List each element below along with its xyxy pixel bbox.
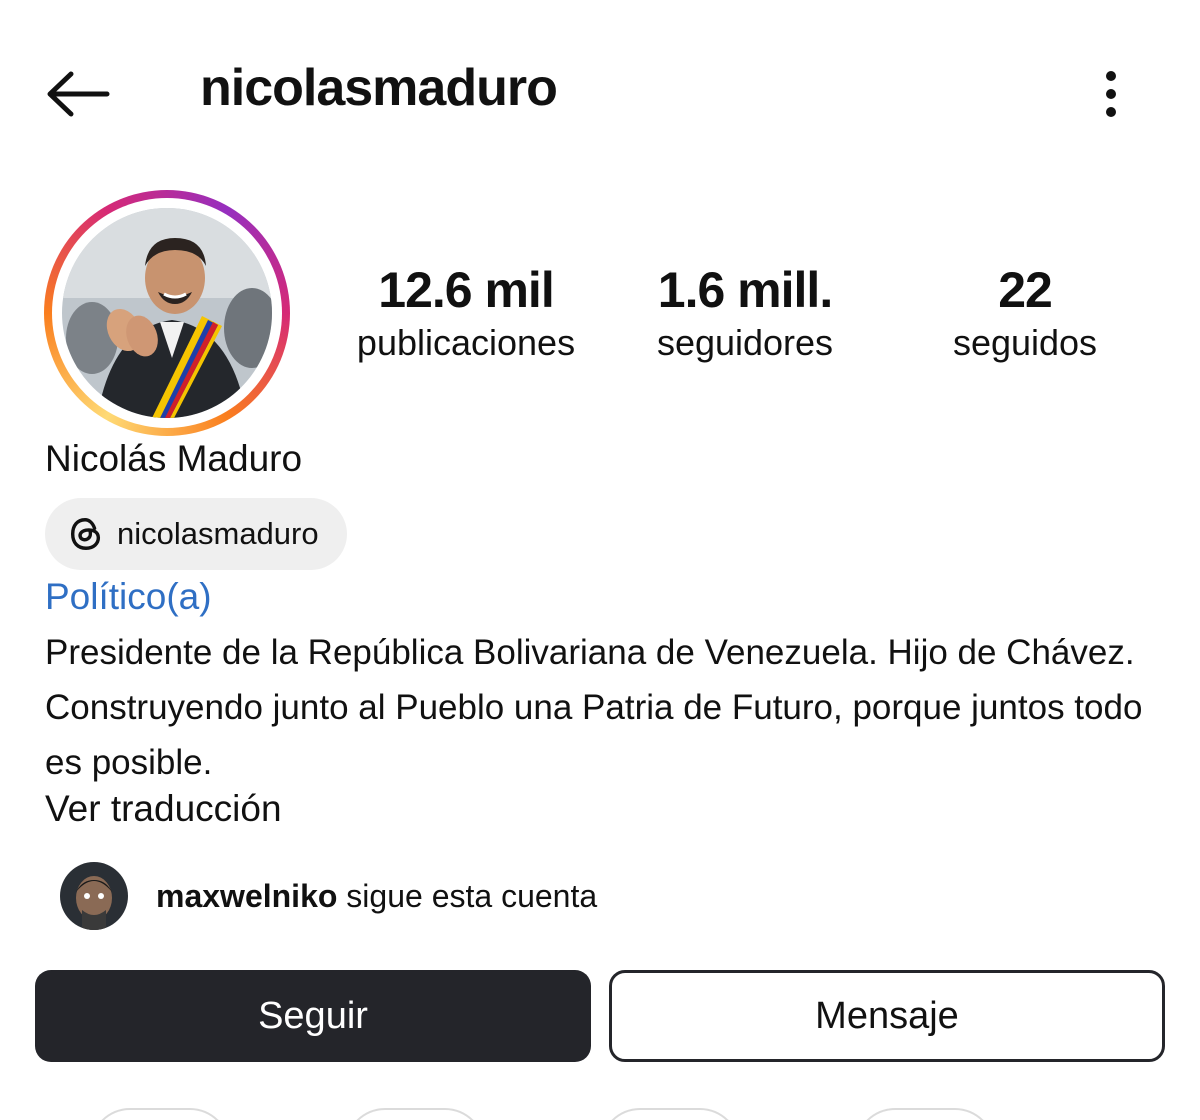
follow-button[interactable]: Seguir	[35, 970, 591, 1062]
followed-by-suffix: sigue esta cuenta	[337, 877, 598, 914]
stat-followers[interactable]: 1.6 mill. seguidores	[615, 262, 875, 368]
story-ring[interactable]	[44, 190, 290, 436]
more-vertical-icon	[1106, 71, 1116, 117]
message-button[interactable]: Mensaje	[609, 970, 1165, 1062]
posts-count: 12.6 mil	[378, 262, 554, 318]
highlight-circle[interactable]	[855, 1108, 995, 1120]
bio-text: Presidente de la República Bolivariana d…	[45, 633, 1143, 782]
story-highlights-row	[0, 1108, 1200, 1120]
highlight-circle[interactable]	[600, 1108, 740, 1120]
threads-handle: nicolasmaduro	[117, 516, 319, 551]
page-title: nicolasmaduro	[200, 59, 558, 117]
followed-by-row[interactable]: maxwelniko sigue esta cuenta	[60, 862, 597, 930]
following-count: 22	[998, 262, 1053, 318]
followed-by-text: maxwelniko sigue esta cuenta	[156, 878, 597, 915]
posts-label: publicaciones	[356, 322, 576, 363]
stat-following[interactable]: 22 seguidos	[895, 262, 1155, 368]
highlight-circle[interactable]	[90, 1108, 230, 1120]
followers-label: seguidores	[656, 322, 834, 363]
more-options-button[interactable]	[1086, 62, 1136, 126]
followers-count: 1.6 mill.	[657, 262, 833, 318]
profile-page: nicolasmaduro 12.6 mil publicaciones 1.6…	[0, 0, 1200, 1120]
see-translation-link[interactable]: Ver traducción	[45, 788, 282, 830]
profile-avatar	[62, 208, 272, 418]
stat-posts: 12.6 mil publicaciones	[336, 262, 596, 368]
threads-icon	[70, 518, 101, 550]
arrow-left-icon	[47, 71, 110, 117]
category-label[interactable]: Político(a)	[45, 576, 212, 618]
highlight-circle[interactable]	[345, 1108, 485, 1120]
threads-badge[interactable]: nicolasmaduro	[45, 498, 347, 570]
full-name: Nicolás Maduro	[45, 438, 303, 479]
following-label: seguidos	[952, 322, 1098, 363]
follower-avatar	[60, 862, 128, 930]
back-button[interactable]	[40, 62, 116, 126]
follower-username[interactable]: maxwelniko	[156, 878, 337, 914]
